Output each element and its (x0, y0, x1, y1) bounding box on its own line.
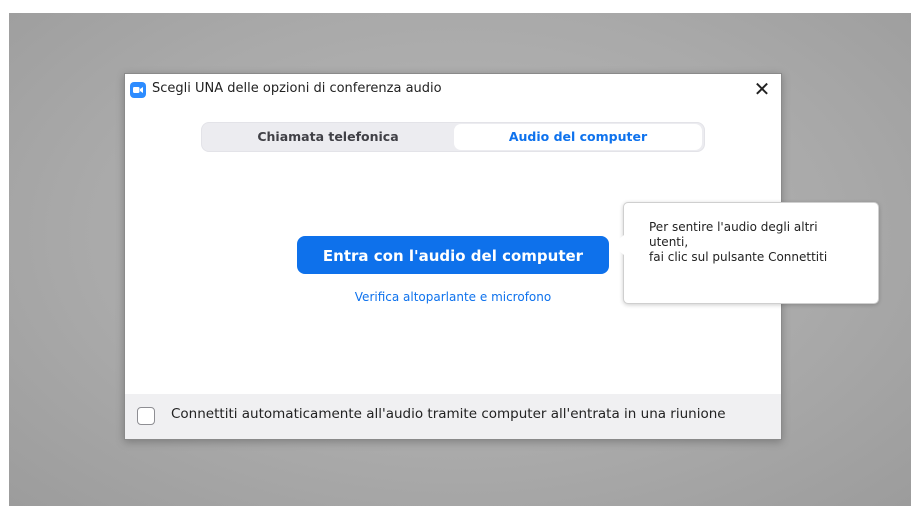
tab-phone-call[interactable]: Chiamata telefonica (204, 124, 452, 150)
audio-option-tabs: Chiamata telefonica Audio del computer (201, 122, 705, 152)
close-icon[interactable]: ✕ (751, 78, 773, 100)
tooltip-text: Per sentire l'audio degli altri utenti, … (649, 220, 871, 265)
dialog-titlebar: Scegli UNA delle opzioni di conferenza a… (125, 74, 781, 104)
join-computer-audio-button[interactable]: Entra con l'audio del computer (297, 236, 609, 274)
dialog-footer: Connettiti automaticamente all'audio tra… (125, 394, 781, 439)
auto-connect-checkbox[interactable] (137, 407, 155, 425)
tab-computer-audio[interactable]: Audio del computer (454, 124, 702, 150)
tooltip-line-2: utenti, (649, 235, 689, 249)
test-speaker-microphone-link[interactable]: Verifica altoparlante e microfono (297, 290, 609, 304)
dialog-title: Scegli UNA delle opzioni di conferenza a… (152, 81, 442, 96)
tooltip-arrow (612, 235, 624, 255)
tooltip-line-1: Per sentire l'audio degli altri (649, 220, 818, 234)
tooltip-line-3: fai clic sul pulsante Connettiti (649, 250, 828, 264)
auto-connect-label[interactable]: Connettiti automaticamente all'audio tra… (171, 406, 726, 422)
zoom-camera-icon (130, 82, 146, 98)
connect-tooltip: Per sentire l'audio degli altri utenti, … (612, 202, 879, 304)
